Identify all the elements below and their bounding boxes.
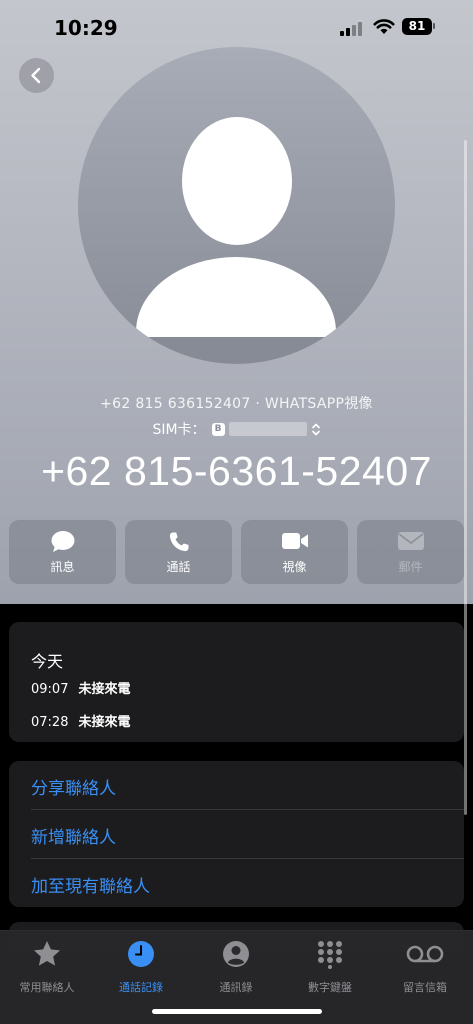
battery-tip: [433, 23, 435, 29]
chevron-updown-icon: [311, 423, 320, 435]
sim-label: SIM卡：: [152, 422, 206, 438]
call-log-row: 07:28 未接來電: [31, 711, 130, 730]
tab-label: 通話記錄: [119, 981, 163, 994]
tab-favorites[interactable]: 常用聯絡人: [0, 939, 94, 999]
tab-keypad[interactable]: 數字鍵盤: [283, 939, 377, 999]
battery-icon: 81: [402, 18, 432, 35]
chevron-left-icon: [31, 67, 41, 84]
call-time: 09:07: [31, 682, 69, 697]
sim-selector[interactable]: SIM卡： B: [0, 418, 473, 440]
call-button-label: 通話: [166, 560, 191, 574]
contact-options-card: 分享聯絡人 新增聯絡人 加至現有聯絡人: [9, 761, 464, 907]
call-button[interactable]: 通話: [125, 520, 232, 584]
tab-contacts[interactable]: 通訊錄: [189, 939, 283, 999]
message-icon: [51, 531, 74, 552]
phone-number: +62 815-6361-52407: [41, 448, 432, 494]
avatar-head: [182, 117, 292, 245]
cellular-signal-icon: [340, 20, 364, 36]
status-bar: 10:29 81: [0, 0, 473, 54]
tab-label: 數字鍵盤: [308, 981, 352, 994]
tab-recents[interactable]: 通話記錄: [94, 939, 188, 999]
clock-icon: [128, 941, 154, 967]
voicemail-icon: [406, 945, 444, 963]
call-time: 07:28: [31, 715, 69, 730]
recent-calls-card: 今天 09:07 未接來電 07:28 未接來電: [9, 622, 464, 742]
mail-button-label: 郵件: [398, 560, 423, 574]
star-icon: [34, 941, 60, 966]
call-status: 未接來電: [78, 715, 131, 730]
caller-info: +62 815 636152407 · WHATSAPP視像: [100, 396, 373, 412]
scrollbar[interactable]: [464, 140, 467, 815]
sim-badge: B: [211, 422, 225, 436]
wifi-icon: [373, 19, 395, 34]
phone-icon: [169, 532, 188, 552]
message-button-label: 訊息: [50, 560, 75, 574]
divider: [31, 858, 464, 859]
home-indicator[interactable]: [152, 1009, 322, 1014]
call-log-row: 09:07 未接來電: [31, 678, 130, 697]
video-button-label: 視像: [282, 560, 307, 574]
call-status: 未接來電: [78, 682, 131, 697]
tab-label: 通訊錄: [219, 981, 253, 994]
back-button[interactable]: [19, 58, 54, 93]
status-time: 10:29: [54, 16, 118, 40]
quick-actions: 訊息 通話 視像 郵件: [9, 520, 465, 584]
mail-button[interactable]: 郵件: [357, 520, 464, 584]
sim-name-redacted: [228, 422, 307, 436]
keypad-icon: [318, 941, 342, 969]
tab-label: 留言信箱: [403, 981, 447, 994]
contact-avatar: [78, 47, 395, 364]
share-contact-button[interactable]: 分享聯絡人: [31, 774, 116, 799]
tab-voicemail[interactable]: 留言信箱: [378, 939, 472, 999]
tab-label: 常用聯絡人: [19, 981, 75, 994]
video-icon: [281, 533, 308, 549]
message-button[interactable]: 訊息: [9, 520, 116, 584]
add-to-existing-contact-button[interactable]: 加至現有聯絡人: [31, 872, 150, 897]
divider: [31, 809, 464, 810]
mail-icon: [397, 532, 424, 550]
video-button[interactable]: 視像: [241, 520, 348, 584]
person-icon: [223, 941, 249, 967]
create-contact-button[interactable]: 新增聯絡人: [31, 823, 116, 848]
avatar-base: [78, 337, 395, 364]
recents-date-heading: 今天: [31, 652, 64, 671]
